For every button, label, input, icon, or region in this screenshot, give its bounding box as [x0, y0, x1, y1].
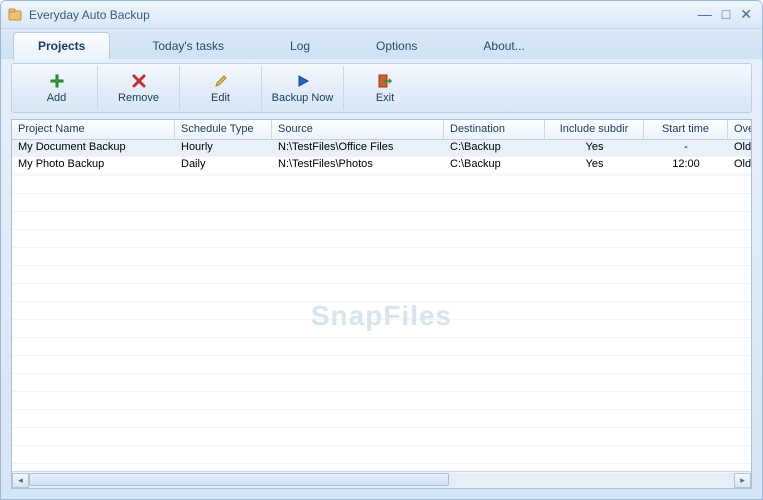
col-destination[interactable]: Destination [444, 120, 545, 139]
delete-icon [130, 72, 148, 90]
titlebar: Everyday Auto Backup — □ ✕ [1, 1, 762, 29]
col-start-time[interactable]: Start time [644, 120, 728, 139]
tab-log[interactable]: Log [266, 33, 334, 59]
scroll-thumb[interactable] [29, 473, 449, 486]
toolbar: Add Remove Edit Backup Now Exit [11, 63, 752, 113]
play-icon [294, 72, 312, 90]
edit-button[interactable]: Edit [180, 66, 262, 110]
minimize-button[interactable]: — [698, 6, 712, 23]
backup-now-button[interactable]: Backup Now [262, 66, 344, 110]
toolbar-label: Backup Now [272, 92, 334, 104]
exit-icon [376, 72, 394, 90]
project-grid: Project Name Schedule Type Source Destin… [11, 119, 752, 489]
cell-start-time: 12:00 [644, 157, 728, 173]
toolbar-label: Add [47, 92, 67, 104]
table-row[interactable]: My Photo Backup Daily N:\TestFiles\Photo… [12, 157, 751, 174]
toolbar-label: Exit [376, 92, 394, 104]
close-button[interactable]: ✕ [740, 6, 752, 23]
tab-bar: Projects Today's tasks Log Options About… [1, 29, 762, 59]
cell-start-time: - [644, 140, 728, 156]
cell-overwrite: Old [728, 140, 751, 156]
tab-options[interactable]: Options [352, 33, 441, 59]
grid-body[interactable]: My Document Backup Hourly N:\TestFiles\O… [12, 140, 751, 471]
toolbar-label: Remove [118, 92, 159, 104]
watermark: SnapFiles [311, 300, 452, 332]
cell-include-subdir: Yes [545, 157, 644, 173]
cell-destination: C:\Backup [444, 157, 545, 173]
cell-source: N:\TestFiles\Office Files [272, 140, 444, 156]
col-include-subdir[interactable]: Include subdir [545, 120, 644, 139]
exit-button[interactable]: Exit [344, 66, 426, 110]
scroll-left-arrow[interactable]: ◂ [12, 473, 29, 488]
cell-destination: C:\Backup [444, 140, 545, 156]
col-overwrite[interactable]: Overwrite [728, 120, 752, 139]
cell-project-name: My Document Backup [12, 140, 175, 156]
toolbar-label: Edit [211, 92, 230, 104]
tab-projects[interactable]: Projects [13, 32, 110, 60]
scroll-right-arrow[interactable]: ▸ [734, 473, 751, 488]
cell-include-subdir: Yes [545, 140, 644, 156]
plus-icon [48, 72, 66, 90]
table-row[interactable]: My Document Backup Hourly N:\TestFiles\O… [12, 140, 751, 157]
tab-about[interactable]: About... [459, 33, 548, 59]
app-window: Everyday Auto Backup — □ ✕ Projects Toda… [0, 0, 763, 500]
col-schedule-type[interactable]: Schedule Type [175, 120, 272, 139]
cell-schedule-type: Hourly [175, 140, 272, 156]
cell-source: N:\TestFiles\Photos [272, 157, 444, 173]
window-controls: — □ ✕ [698, 6, 756, 23]
window-title: Everyday Auto Backup [29, 8, 698, 22]
tab-todays-tasks[interactable]: Today's tasks [128, 33, 248, 59]
col-source[interactable]: Source [272, 120, 444, 139]
maximize-button[interactable]: □ [722, 6, 730, 23]
cell-overwrite: Old [728, 157, 751, 173]
app-icon [7, 7, 23, 23]
pencil-icon [212, 72, 230, 90]
cell-schedule-type: Daily [175, 157, 272, 173]
remove-button[interactable]: Remove [98, 66, 180, 110]
add-button[interactable]: Add [16, 66, 98, 110]
scroll-track[interactable] [29, 473, 734, 488]
col-project-name[interactable]: Project Name [12, 120, 175, 139]
horizontal-scrollbar[interactable]: ◂ ▸ [12, 471, 751, 488]
column-headers: Project Name Schedule Type Source Destin… [12, 120, 751, 140]
cell-project-name: My Photo Backup [12, 157, 175, 173]
